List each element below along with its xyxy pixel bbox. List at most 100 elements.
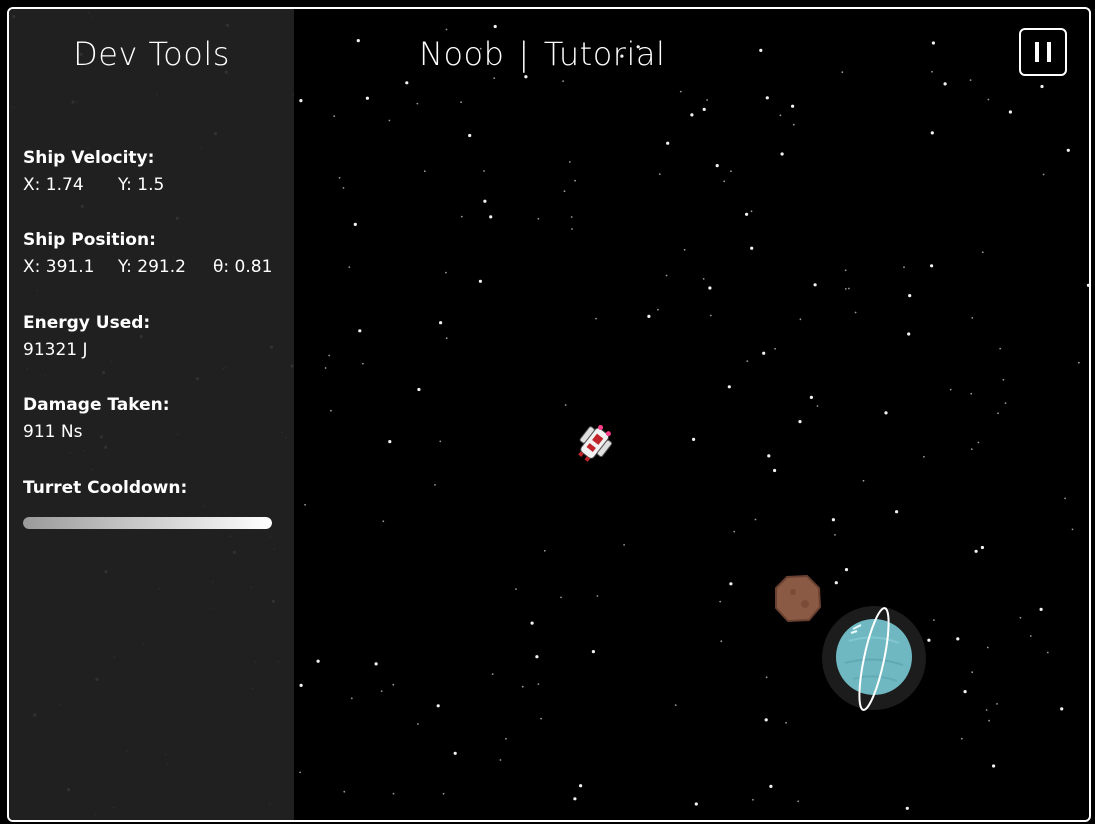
star xyxy=(774,347,776,350)
star xyxy=(694,802,698,806)
star xyxy=(709,314,712,317)
star xyxy=(884,411,888,415)
star xyxy=(299,99,303,103)
star xyxy=(1004,402,1007,404)
star xyxy=(442,792,445,795)
star xyxy=(1064,497,1066,500)
star xyxy=(445,271,447,274)
star xyxy=(720,640,723,643)
star xyxy=(692,437,696,441)
star xyxy=(1086,283,1089,287)
star xyxy=(416,102,419,105)
star xyxy=(392,792,395,795)
star xyxy=(338,177,341,179)
star xyxy=(666,141,670,145)
star xyxy=(423,170,426,173)
star xyxy=(986,646,989,649)
pause-button[interactable] xyxy=(1019,28,1067,76)
star xyxy=(754,518,757,521)
star xyxy=(483,199,487,203)
ship-position-label: Ship Position: xyxy=(23,230,156,250)
star xyxy=(730,170,732,173)
star xyxy=(956,637,960,641)
star xyxy=(1002,378,1005,381)
star xyxy=(647,314,651,318)
star xyxy=(715,164,719,168)
title-separator: | xyxy=(518,35,530,73)
star xyxy=(971,671,974,674)
spaceship-icon xyxy=(578,425,613,462)
star xyxy=(304,503,306,506)
star xyxy=(439,440,442,443)
energy-used-label: Energy Used: xyxy=(23,313,151,333)
star xyxy=(943,82,947,86)
damage-taken-stat: Damage Taken: 911 Ns xyxy=(23,395,283,442)
star xyxy=(769,784,773,789)
star xyxy=(535,655,539,659)
star xyxy=(996,703,998,705)
star xyxy=(854,311,857,314)
star xyxy=(493,24,497,29)
star xyxy=(799,318,802,321)
star xyxy=(521,685,524,688)
star xyxy=(963,690,967,694)
star xyxy=(478,279,482,283)
star xyxy=(537,217,540,220)
star xyxy=(1071,528,1074,531)
star xyxy=(348,266,351,268)
energy-used-stat: Energy Used: 91321 J xyxy=(23,313,283,360)
star xyxy=(844,568,849,572)
star xyxy=(765,96,769,100)
star xyxy=(417,723,419,725)
star xyxy=(560,596,562,599)
star xyxy=(665,274,668,277)
star xyxy=(596,595,599,597)
star xyxy=(750,210,753,213)
star xyxy=(382,520,385,523)
star xyxy=(764,718,768,722)
star xyxy=(434,484,436,486)
star xyxy=(1060,707,1064,711)
star xyxy=(997,412,999,415)
star xyxy=(356,39,360,43)
star xyxy=(499,759,502,761)
turret-cooldown-bar xyxy=(23,517,272,529)
star xyxy=(388,119,391,122)
damage-taken-label: Damage Taken: xyxy=(23,395,170,415)
star xyxy=(729,582,733,586)
star xyxy=(862,479,865,482)
star xyxy=(813,283,817,287)
star xyxy=(1008,110,1013,114)
star xyxy=(706,99,708,101)
star xyxy=(417,387,421,392)
star xyxy=(985,709,988,711)
star xyxy=(791,104,795,108)
star xyxy=(595,317,597,320)
star xyxy=(727,385,731,389)
star xyxy=(573,797,577,801)
star xyxy=(974,549,978,553)
star xyxy=(439,321,443,325)
star xyxy=(361,362,364,365)
star xyxy=(353,222,357,226)
star xyxy=(299,771,301,774)
star xyxy=(733,530,736,533)
star xyxy=(779,114,782,117)
star xyxy=(923,455,925,458)
star xyxy=(792,123,795,126)
star xyxy=(515,588,517,590)
star xyxy=(574,179,576,182)
star xyxy=(445,337,448,340)
star xyxy=(933,619,935,621)
ringed-planet-icon xyxy=(822,606,926,711)
velocity-y: Y: 1.5 xyxy=(118,175,165,195)
star xyxy=(392,683,395,686)
star xyxy=(568,161,571,163)
level-title: Noob | Tutorial xyxy=(419,35,665,73)
star xyxy=(949,388,952,391)
star xyxy=(960,737,963,740)
star xyxy=(970,448,973,450)
star xyxy=(999,347,1002,350)
ship-velocity-stat: Ship Velocity: X: 1.74 Y: 1.5 xyxy=(23,148,283,195)
star xyxy=(759,48,763,53)
